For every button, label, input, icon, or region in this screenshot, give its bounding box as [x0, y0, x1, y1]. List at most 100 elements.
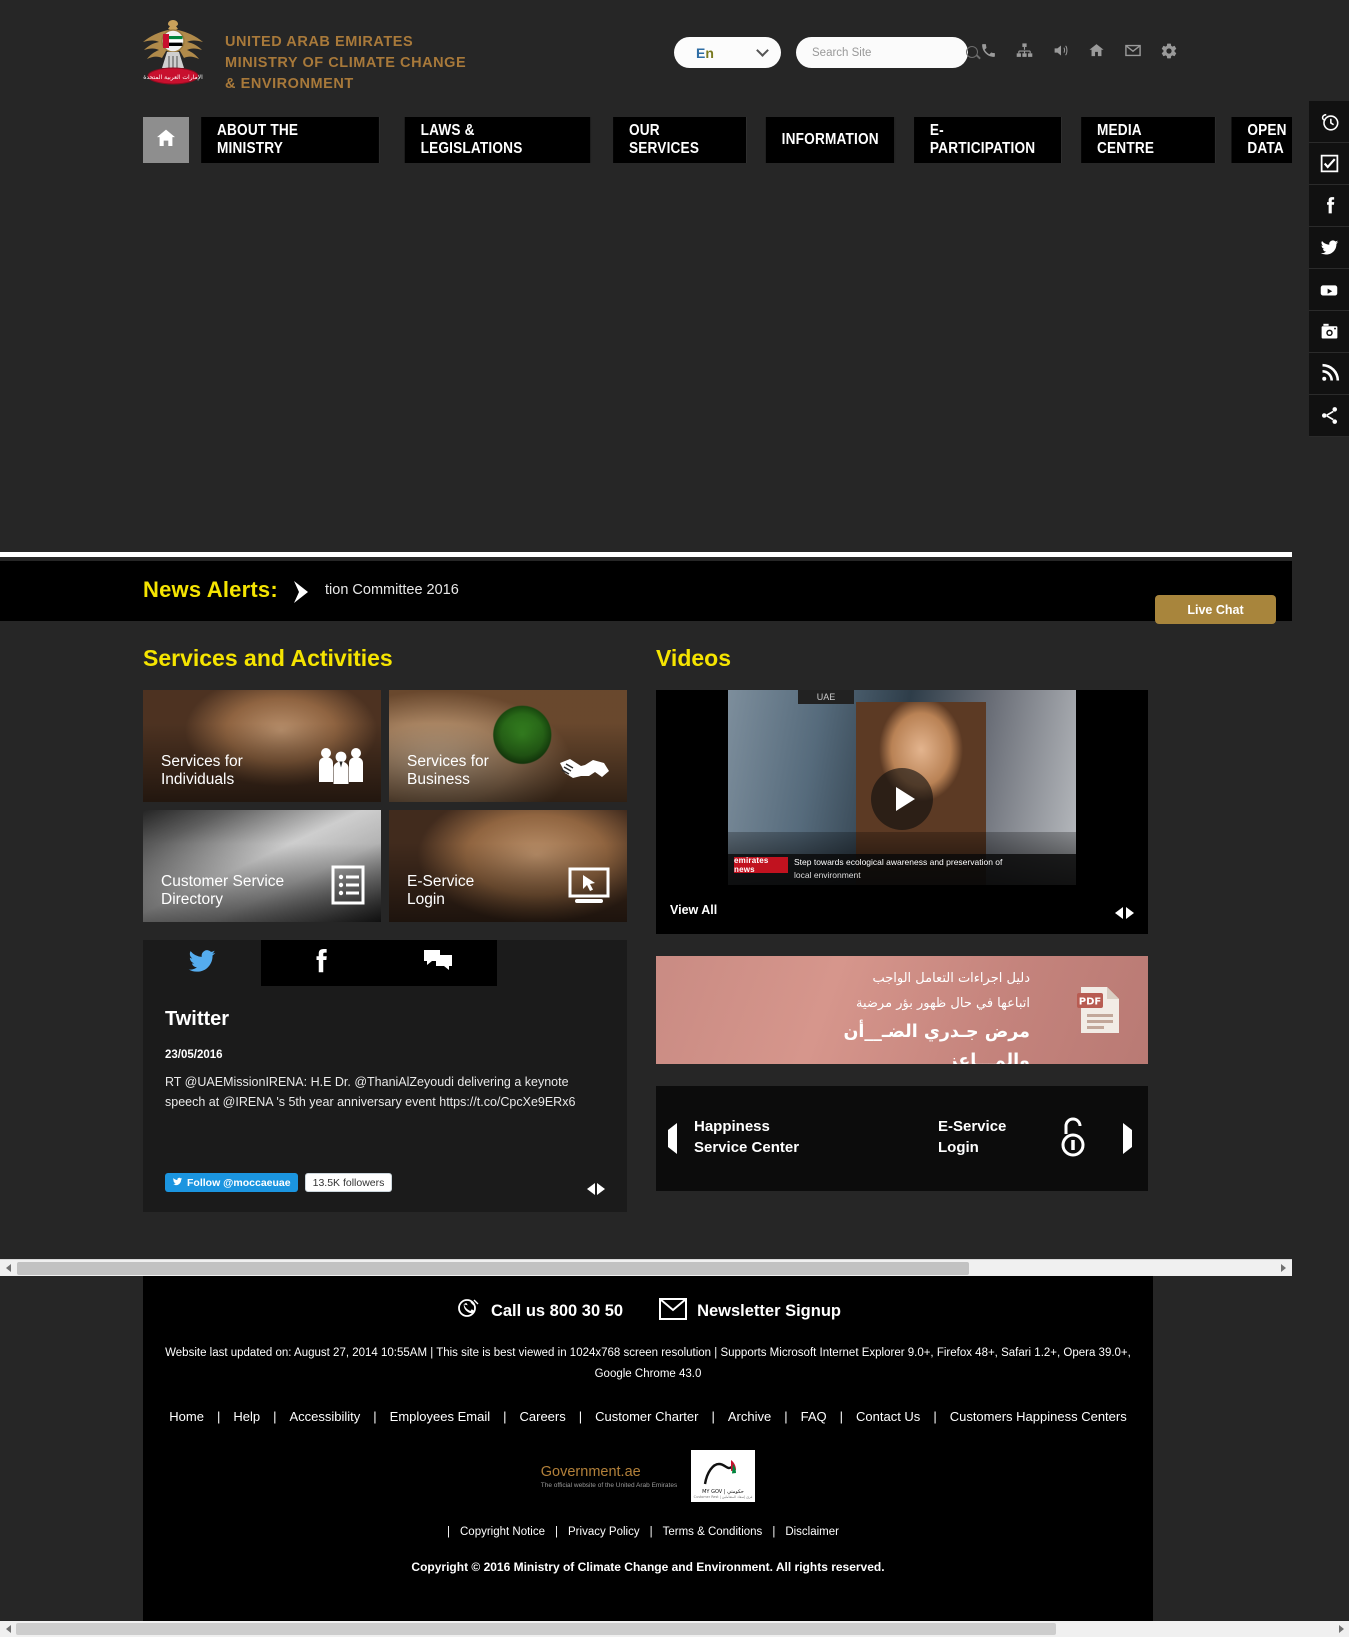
tab-twitter[interactable]	[143, 940, 261, 986]
footer-link-archive[interactable]: Archive	[715, 1409, 784, 1424]
instagram-icon[interactable]	[1309, 311, 1349, 353]
window-scroll-right-button[interactable]	[1333, 1625, 1349, 1633]
nav-item-eparticipation[interactable]: E-PARTICIPATION	[914, 117, 1062, 163]
email-icon[interactable]	[1122, 40, 1143, 61]
services-section-title: Services and Activities	[143, 645, 393, 671]
scrollbar-thumb[interactable]	[17, 1261, 969, 1275]
mygov-uae-logo[interactable]: MY GOV | حكومتي Customer Rest | فرق إسعا…	[691, 1450, 756, 1502]
window-scroll-left-button[interactable]	[0, 1625, 16, 1633]
footer-logos: Government.ae The official website of th…	[143, 1450, 1153, 1502]
site-logo[interactable]: الإمارات العربية المتحدة UNITED ARAB EMI…	[137, 14, 466, 95]
carousel-item-happiness[interactable]: Happiness Service Center	[694, 1116, 799, 1158]
tile-services-for-individuals[interactable]: Services for Individuals	[143, 690, 381, 802]
tile-customer-service-directory[interactable]: Customer Service Directory	[143, 810, 381, 922]
search-input[interactable]	[812, 46, 966, 59]
sitemap-icon[interactable]	[1014, 40, 1035, 61]
window-scrollbar-thumb[interactable]	[16, 1623, 1056, 1635]
nav-home-button[interactable]	[143, 117, 190, 163]
settings-gear-icon[interactable]	[1158, 40, 1179, 61]
twitter-icon	[186, 945, 218, 982]
footer-link-contact-us[interactable]: Contact Us	[843, 1409, 933, 1424]
government-ae-logo[interactable]: Government.ae The official website of th…	[541, 1464, 677, 1489]
live-chat-button[interactable]: Live Chat	[1155, 595, 1276, 624]
nav-item-media-centre[interactable]: MEDIA CENTRE	[1080, 117, 1216, 163]
videos-view-all-link[interactable]: View All	[670, 903, 717, 917]
news-ticker-text[interactable]: tion Committee 2016	[325, 582, 459, 598]
scroll-right-button[interactable]	[1275, 1260, 1292, 1277]
footer-link-copyright-notice[interactable]: Copyright Notice	[450, 1526, 555, 1538]
social-feed-tabs	[143, 940, 627, 986]
tile-eservice-login[interactable]: E-Service Login	[389, 810, 627, 922]
pdf-document-icon[interactable]: PDF	[1077, 985, 1123, 1035]
twitter-follow-button[interactable]: Follow @moccaeuae	[165, 1173, 298, 1192]
footer-link-employees-email[interactable]: Employees Email	[377, 1409, 503, 1424]
window-horizontal-scrollbar[interactable]	[0, 1621, 1349, 1637]
footer-call-us[interactable]: Call us 800 30 50	[455, 1296, 623, 1327]
prev-arrow-icon[interactable]	[587, 1183, 595, 1195]
pdf-banner[interactable]: دليل اجراءات التعامل الواجب اتباعها في ح…	[656, 956, 1148, 1064]
footer-link-home[interactable]: Home	[156, 1409, 217, 1424]
pdf-banner-line1: دليل اجراءات التعامل الواجب	[872, 971, 1030, 986]
next-arrow-icon[interactable]	[1126, 907, 1134, 919]
next-arrow-icon[interactable]	[597, 1183, 605, 1195]
window-scrollbar-track[interactable]	[16, 1621, 1333, 1637]
scrollbar-track[interactable]	[17, 1259, 1275, 1277]
prayer-times-clock-icon[interactable]	[1309, 101, 1349, 143]
nav-item-information[interactable]: INFORMATION	[765, 117, 896, 163]
site-search[interactable]	[796, 37, 978, 68]
video-nav[interactable]	[1115, 907, 1134, 919]
footer-link-disclaimer[interactable]: Disclaimer	[775, 1526, 849, 1538]
survey-checkbox-icon[interactable]	[1309, 143, 1349, 185]
tile-label-line1: E-Service	[407, 873, 475, 890]
carousel-next-button[interactable]	[1123, 1123, 1132, 1154]
youtube-icon[interactable]	[1309, 269, 1349, 311]
language-label: En	[696, 44, 714, 61]
carousel-item-eservice[interactable]: E-Service Login	[938, 1116, 1006, 1158]
org-name: UNITED ARAB EMIRATES MINISTRY OF CLIMATE…	[225, 14, 466, 95]
tile-label: Customer Service Directory	[161, 873, 284, 909]
tab-facebook[interactable]	[261, 940, 379, 986]
pdf-banner-line4: والمـــاعز	[947, 1051, 1030, 1064]
footer-link-happiness-centers[interactable]: Customers Happiness Centers	[937, 1409, 1140, 1424]
nav-item-laws[interactable]: LAWS & LEGISLATIONS	[404, 117, 592, 163]
nav-item-services[interactable]: OUR SERVICES	[613, 117, 748, 163]
facebook-icon[interactable]	[1309, 185, 1349, 227]
twitter-icon[interactable]	[1309, 227, 1349, 269]
monitor-cursor-icon	[567, 867, 611, 910]
scroll-left-button[interactable]	[0, 1260, 17, 1277]
home-icon[interactable]	[1086, 40, 1107, 61]
content-horizontal-scrollbar[interactable]	[0, 1259, 1292, 1277]
footer-link-help[interactable]: Help	[220, 1409, 273, 1424]
tile-label-line1: Services for	[161, 753, 243, 770]
carousel-prev-button[interactable]	[668, 1123, 677, 1154]
rss-icon[interactable]	[1309, 353, 1349, 395]
next-arrow-icon	[1123, 1123, 1132, 1154]
footer-link-faq[interactable]: FAQ	[788, 1409, 840, 1424]
nav-item-about[interactable]: ABOUT THE MINISTRY	[201, 117, 380, 163]
prev-arrow-icon	[668, 1123, 677, 1154]
accessibility-speaker-icon[interactable]	[1050, 40, 1071, 61]
triangle-right-icon	[1281, 1264, 1286, 1272]
play-icon[interactable]	[871, 768, 933, 830]
carousel-item-line1: E-Service	[938, 1118, 1007, 1135]
footer-link-privacy-policy[interactable]: Privacy Policy	[558, 1526, 650, 1538]
phone-ring-icon	[455, 1296, 481, 1327]
phone-icon[interactable]	[978, 40, 999, 61]
videos-section-title: Videos	[656, 645, 731, 671]
social-feed-nav[interactable]	[587, 1183, 605, 1195]
prev-arrow-icon[interactable]	[1115, 907, 1123, 919]
video-player[interactable]: UAE emirates news Step towards ecologica…	[656, 690, 1148, 934]
footer-link-customer-charter[interactable]: Customer Charter	[582, 1409, 711, 1424]
footer-link-terms[interactable]: Terms & Conditions	[653, 1526, 773, 1538]
footer-link-accessibility[interactable]: Accessibility	[276, 1409, 373, 1424]
video-channel-logo: emirates news	[734, 856, 788, 874]
language-selector[interactable]: En	[674, 37, 781, 68]
svg-text:PDF: PDF	[1079, 997, 1101, 1008]
tile-services-for-business[interactable]: Services for Business	[389, 690, 627, 802]
footer-newsletter-signup[interactable]: Newsletter Signup	[659, 1298, 841, 1325]
twitter-followers-count[interactable]: 13.5K followers	[304, 1173, 393, 1192]
share-icon[interactable]	[1309, 395, 1349, 437]
footer-link-careers[interactable]: Careers	[507, 1409, 579, 1424]
tab-chat[interactable]	[379, 940, 497, 986]
chevron-right-icon[interactable]	[287, 578, 315, 606]
